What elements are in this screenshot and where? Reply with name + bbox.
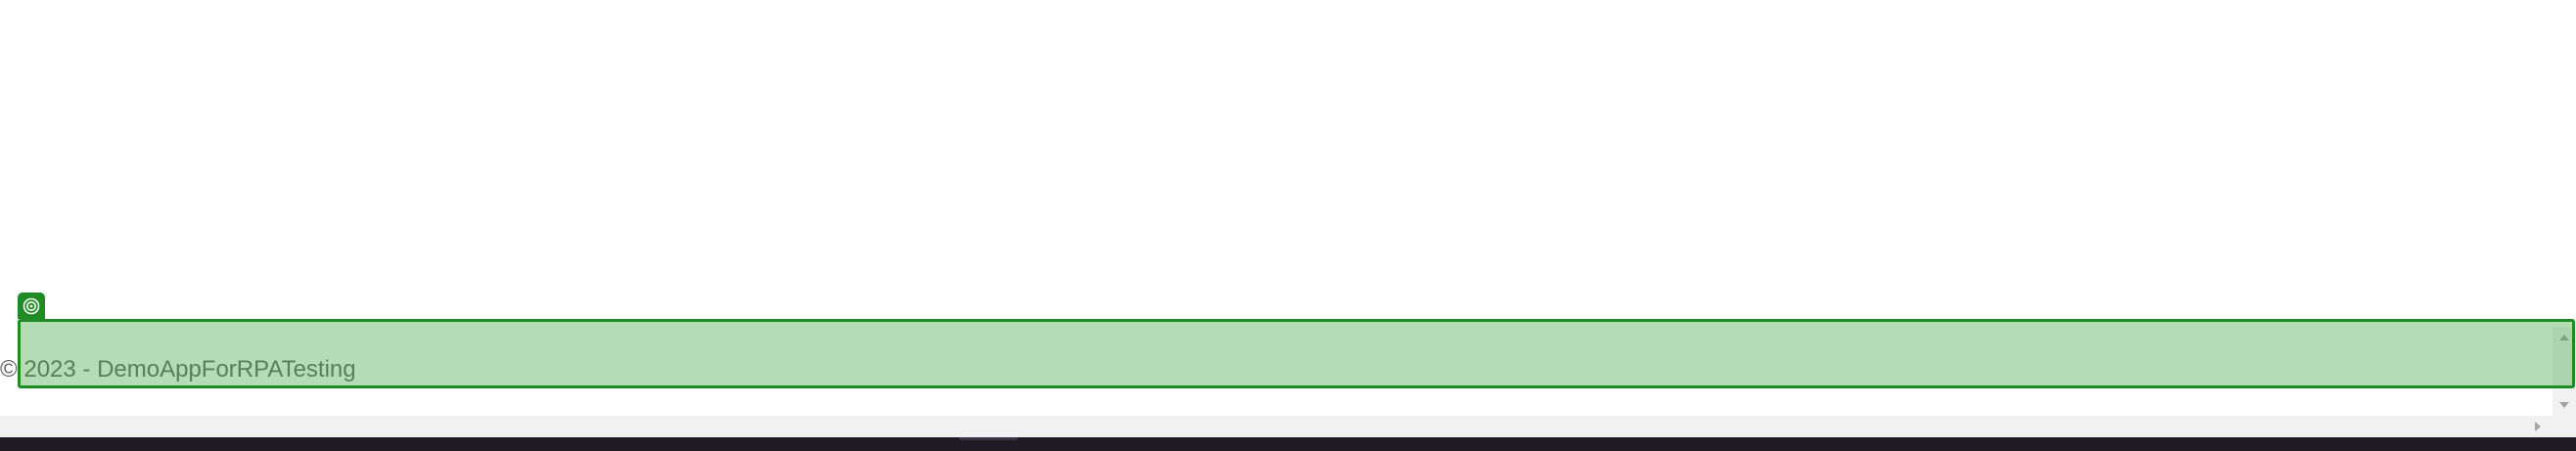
- browser-viewport: © 2023 - DemoAppForRPATesting: [0, 0, 2576, 451]
- scroll-down-arrow-icon[interactable]: [2553, 396, 2576, 414]
- taskbar: [0, 437, 2576, 451]
- taskbar-active-indicator: [959, 437, 1018, 440]
- element-highlight-overlay: [18, 319, 2575, 388]
- target-icon: [18, 293, 45, 319]
- scroll-right-arrow-icon[interactable]: [2529, 418, 2547, 435]
- horizontal-scrollbar[interactable]: [0, 416, 2576, 437]
